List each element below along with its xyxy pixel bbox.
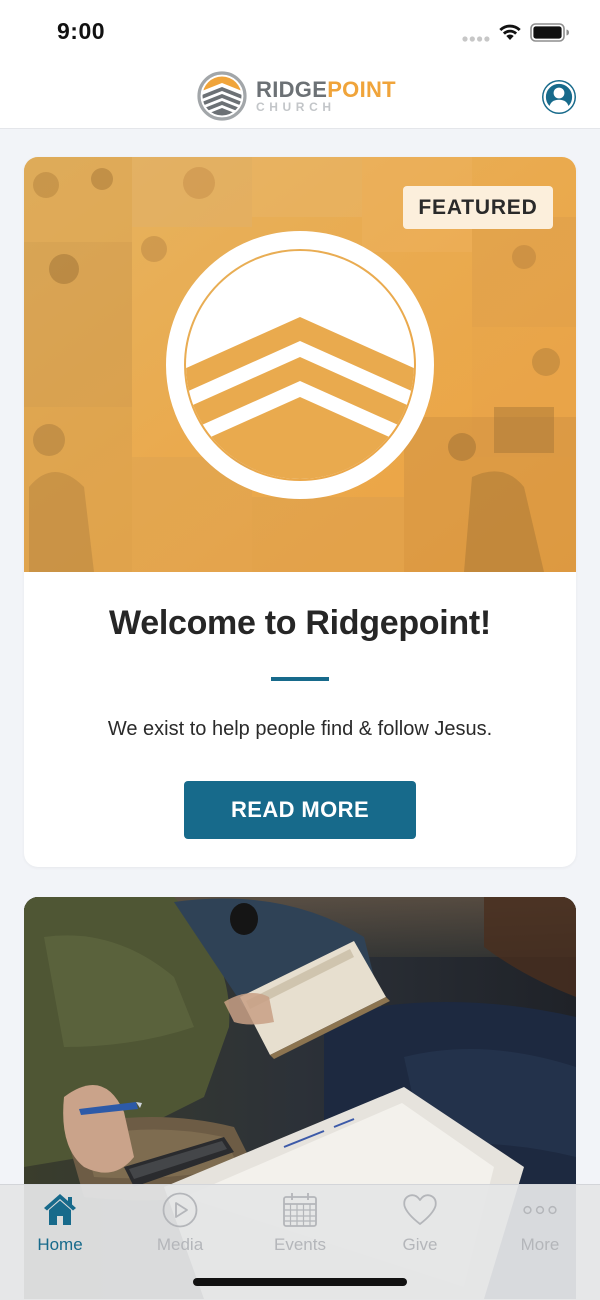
play-icon bbox=[162, 1192, 198, 1228]
profile-button[interactable] bbox=[542, 80, 576, 114]
battery-icon bbox=[530, 23, 569, 42]
tab-media[interactable]: Media bbox=[120, 1185, 240, 1265]
logo-name-part2: POINT bbox=[327, 77, 396, 102]
cellular-signal-icon bbox=[462, 36, 490, 42]
heart-icon bbox=[403, 1194, 437, 1225]
person-icon bbox=[543, 81, 575, 113]
tab-media-label: Media bbox=[156, 1235, 204, 1254]
featured-title: Welcome to Ridgepoint! bbox=[109, 604, 491, 642]
featured-description: We exist to help people find & follow Je… bbox=[107, 718, 493, 740]
wifi-icon bbox=[499, 24, 521, 40]
title-divider bbox=[271, 677, 329, 681]
status-bar: 9:00 bbox=[0, 0, 600, 64]
tab-give[interactable]: Give bbox=[360, 1185, 480, 1265]
tab-home-label: Home bbox=[37, 1235, 83, 1254]
tab-events[interactable]: Events bbox=[240, 1185, 360, 1265]
logo-name: RIDGEPOINT bbox=[256, 78, 396, 102]
church-logo-icon bbox=[197, 71, 247, 121]
church-wordmark: RIDGEPOINT CHURCH bbox=[256, 78, 396, 118]
featured-image: FEATURED bbox=[24, 157, 576, 572]
more-icon bbox=[523, 1205, 557, 1215]
logo-subtitle: CHURCH bbox=[256, 100, 336, 114]
app-header: RIDGEPOINT CHURCH bbox=[0, 64, 600, 129]
tab-more-label: More bbox=[520, 1235, 560, 1254]
status-time: 9:00 bbox=[57, 18, 106, 44]
logo-name-part1: RIDGE bbox=[256, 77, 328, 102]
tab-more[interactable]: More bbox=[480, 1185, 600, 1265]
home-indicator[interactable] bbox=[193, 1278, 407, 1286]
tab-home[interactable]: Home bbox=[0, 1185, 120, 1265]
home-icon bbox=[44, 1194, 76, 1225]
featured-card[interactable]: FEATURED Welcome to Ridgepoint! We exist… bbox=[24, 157, 576, 867]
tab-events-label: Events bbox=[274, 1235, 326, 1254]
read-more-button[interactable]: READ MORE bbox=[184, 781, 416, 839]
tab-give-label: Give bbox=[402, 1235, 438, 1254]
calendar-icon bbox=[283, 1193, 317, 1227]
featured-badge: FEATURED bbox=[403, 186, 553, 229]
